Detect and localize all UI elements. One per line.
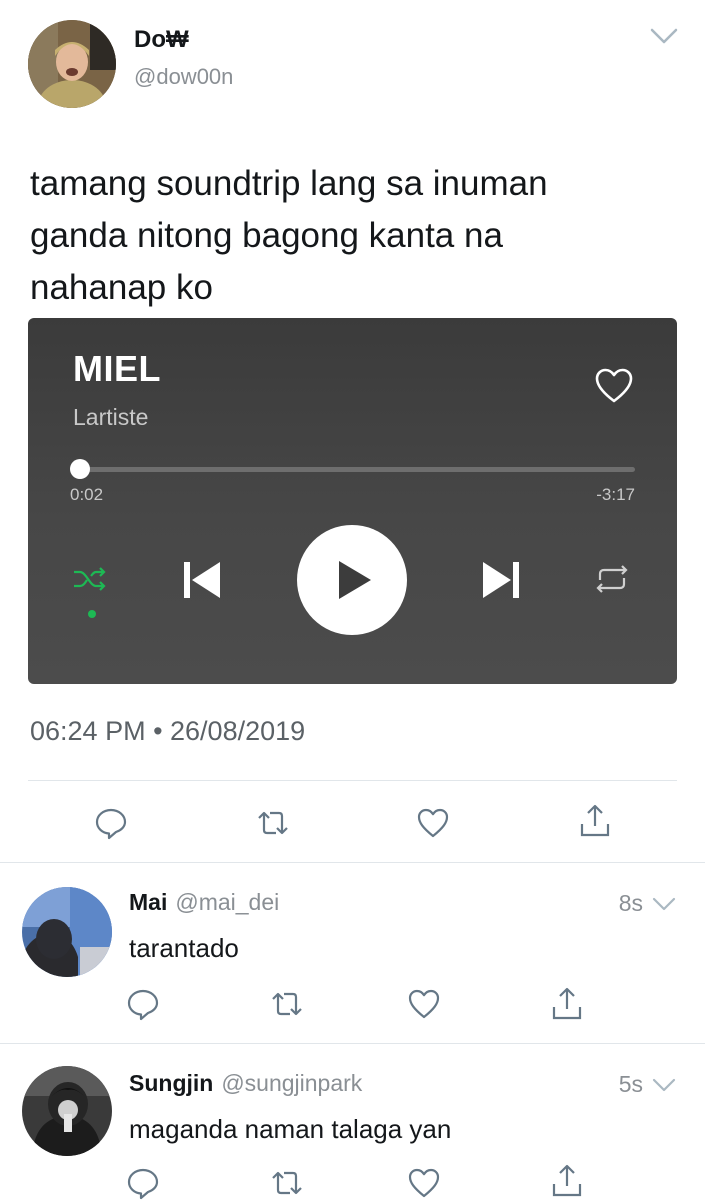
chevron-down-icon[interactable] bbox=[648, 24, 680, 48]
play-icon bbox=[339, 561, 371, 599]
song-artist: Lartiste bbox=[73, 404, 149, 430]
reply-tweet[interactable]: Mai @mai_dei 8s tarantado bbox=[0, 863, 705, 1043]
share-icon[interactable] bbox=[550, 987, 584, 1021]
author-name[interactable]: Do₩ bbox=[134, 26, 189, 54]
reply-handle[interactable]: @mai_dei bbox=[175, 889, 279, 915]
author-handle[interactable]: @dow00n bbox=[134, 64, 233, 90]
avatar[interactable] bbox=[22, 1066, 112, 1156]
tweet-text: tamang soundtrip lang sa inuman ganda ni… bbox=[30, 158, 670, 314]
tweet-timestamp[interactable]: 06:24 PM • 26/08/2019 bbox=[30, 716, 305, 747]
retweet-icon[interactable] bbox=[256, 806, 290, 840]
song-title: MIEL bbox=[73, 348, 161, 389]
reply-author-name[interactable]: Sungjin @sungjinpark bbox=[129, 1070, 362, 1097]
avatar[interactable] bbox=[22, 887, 112, 977]
tweet-text-line: tamang soundtrip lang sa inuman bbox=[30, 164, 548, 203]
reply-tweet[interactable]: Sungjin @sungjinpark 5s maganda naman tal… bbox=[0, 1044, 705, 1200]
tweet-text-line: ganda nitong bagong kanta na bbox=[30, 216, 503, 255]
reply-icon[interactable] bbox=[126, 1166, 160, 1200]
chevron-down-icon[interactable] bbox=[650, 894, 678, 914]
reply-text: tarantado bbox=[129, 933, 239, 963]
skip-next-icon[interactable] bbox=[479, 558, 523, 602]
chevron-down-icon[interactable] bbox=[650, 1075, 678, 1095]
play-button[interactable] bbox=[297, 525, 407, 635]
heart-icon[interactable] bbox=[416, 806, 450, 840]
reply-name-text[interactable]: Mai bbox=[129, 889, 167, 915]
heart-icon[interactable] bbox=[594, 366, 634, 406]
tweet-text-line: nahanap ko bbox=[30, 268, 213, 307]
skip-previous-icon[interactable] bbox=[180, 558, 224, 602]
divider bbox=[28, 780, 677, 781]
share-icon[interactable] bbox=[578, 804, 612, 838]
reply-handle[interactable]: @sungjinpark bbox=[221, 1070, 362, 1096]
retweet-icon[interactable] bbox=[270, 1166, 304, 1200]
reply-icon[interactable] bbox=[126, 987, 160, 1021]
music-player-card[interactable]: MIEL Lartiste 0:02 -3:17 bbox=[28, 318, 677, 684]
reply-author-name[interactable]: Mai @mai_dei bbox=[129, 889, 279, 916]
repeat-icon[interactable] bbox=[592, 562, 632, 596]
shuffle-icon[interactable] bbox=[72, 564, 108, 594]
heart-icon[interactable] bbox=[407, 1166, 441, 1200]
remaining-time: -3:17 bbox=[596, 485, 635, 504]
elapsed-time: 0:02 bbox=[70, 485, 104, 504]
reply-name-text[interactable]: Sungjin bbox=[129, 1070, 213, 1096]
tweet-header: Do₩ @dow00n bbox=[0, 0, 705, 130]
reply-time[interactable]: 8s bbox=[619, 890, 643, 917]
share-icon[interactable] bbox=[550, 1164, 584, 1198]
reply-text: maganda naman talaga yan bbox=[129, 1114, 452, 1144]
heart-icon[interactable] bbox=[407, 987, 441, 1021]
author-avatar[interactable] bbox=[28, 20, 116, 108]
progress-handle[interactable] bbox=[70, 459, 90, 479]
retweet-icon[interactable] bbox=[270, 987, 304, 1021]
reply-icon[interactable] bbox=[94, 806, 128, 840]
shuffle-active-dot bbox=[88, 610, 96, 618]
reply-time[interactable]: 5s bbox=[619, 1071, 643, 1098]
progress-bar[interactable] bbox=[80, 467, 635, 472]
